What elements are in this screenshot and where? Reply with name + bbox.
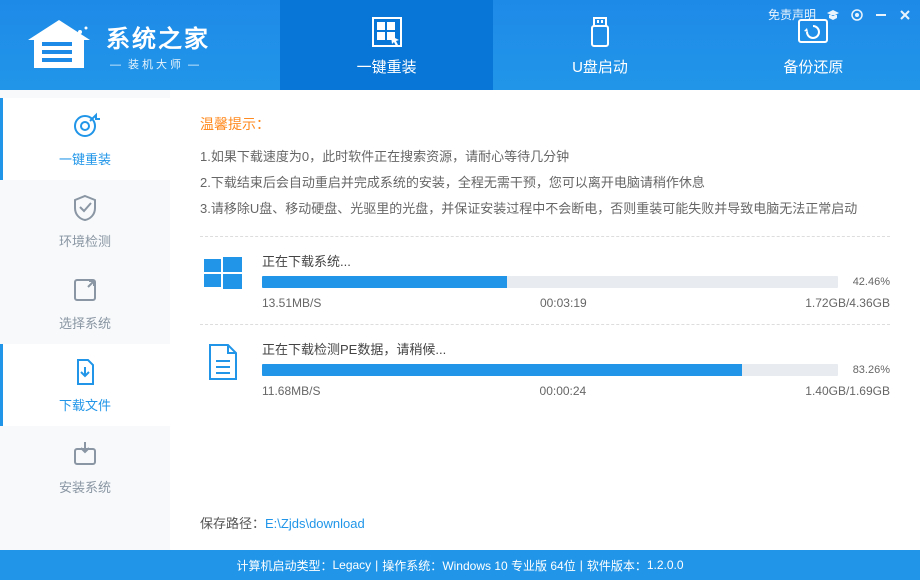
download-size: 1.72GB/4.36GB <box>805 296 890 310</box>
os-version: Windows 10 专业版 64位 <box>442 557 575 574</box>
download-size: 1.40GB/1.69GB <box>805 384 890 398</box>
windows-cursor-icon <box>369 14 405 50</box>
gear-icon[interactable] <box>850 8 864 22</box>
save-path-value[interactable]: E:\Zjds\download <box>265 516 365 531</box>
app-title: 系统之家 <box>106 19 210 54</box>
target-icon <box>70 111 100 141</box>
footer: 计算机启动类型： Legacy | 操作系统： Windows 10 专业版 6… <box>0 550 920 580</box>
document-icon <box>200 339 246 385</box>
shield-icon <box>70 193 100 223</box>
window-controls: 免责声明 <box>768 6 912 23</box>
app-subtitle: 装机大师 <box>106 56 210 72</box>
download-row-pe: 正在下载检测PE数据，请稍候... 83.26% 11.68MB/S 00:00… <box>200 339 890 398</box>
minimize-icon[interactable] <box>874 8 888 22</box>
tab-reinstall[interactable]: 一键重装 <box>280 0 493 90</box>
close-icon[interactable] <box>898 8 912 22</box>
download-time: 00:03:19 <box>540 296 587 310</box>
divider <box>200 236 890 237</box>
download-title: 正在下载系统... <box>262 251 890 270</box>
download-row-system: 正在下载系统... 42.46% 13.51MB/S 00:03:19 1.72… <box>200 251 890 310</box>
progress-bar <box>262 276 838 288</box>
sidebar-item-install[interactable]: 安装系统 <box>0 426 170 508</box>
progress-fill <box>262 276 507 288</box>
sidebar: 一键重装 环境检测 选择系统 下载文件 安装系统 <box>0 90 170 550</box>
software-version: 1.2.0.0 <box>647 558 684 572</box>
header: 系统之家 装机大师 一键重装 U盘启动 备份还原 免责声明 <box>0 0 920 90</box>
logo: 系统之家 装机大师 <box>0 18 280 72</box>
progress-percent: 83.26% <box>844 364 890 376</box>
tip-line: 2.下载结束后会自动重启并完成系统的安装，全程无需干预，您可以离开电脑请稍作休息 <box>200 170 890 196</box>
download-speed: 13.51MB/S <box>262 296 321 310</box>
tips-title: 温馨提示： <box>200 114 890 134</box>
sidebar-item-select-system[interactable]: 选择系统 <box>0 262 170 344</box>
progress-percent: 42.46% <box>844 276 890 288</box>
download-file-icon <box>70 357 100 387</box>
sidebar-item-download[interactable]: 下载文件 <box>0 344 170 426</box>
graduation-icon[interactable] <box>826 8 840 22</box>
sidebar-item-reinstall[interactable]: 一键重装 <box>0 98 170 180</box>
export-icon <box>70 275 100 305</box>
download-speed: 11.68MB/S <box>262 384 320 398</box>
save-path-label: 保存路径： <box>200 516 265 531</box>
sidebar-item-env-check[interactable]: 环境检测 <box>0 180 170 262</box>
tip-line: 1.如果下载速度为0，此时软件正在搜索资源，请耐心等待几分钟 <box>200 144 890 170</box>
progress-bar <box>262 364 838 376</box>
house-logo-icon <box>24 18 94 72</box>
download-time: 00:00:24 <box>540 384 587 398</box>
usb-icon <box>582 14 618 50</box>
boot-type: Legacy <box>332 558 371 572</box>
install-box-icon <box>70 439 100 469</box>
windows-icon <box>200 251 246 297</box>
download-title: 正在下载检测PE数据，请稍候... <box>262 339 890 358</box>
save-path: 保存路径：E:\Zjds\download <box>200 513 365 532</box>
disclaimer-link[interactable]: 免责声明 <box>768 6 816 23</box>
progress-fill <box>262 364 742 376</box>
tip-line: 3.请移除U盘、移动硬盘、光驱里的光盘，并保证安装过程中不会断电，否则重装可能失… <box>200 196 890 222</box>
divider <box>200 324 890 325</box>
tips-list: 1.如果下载速度为0，此时软件正在搜索资源，请耐心等待几分钟 2.下载结束后会自… <box>200 144 890 222</box>
main-panel: 温馨提示： 1.如果下载速度为0，此时软件正在搜索资源，请耐心等待几分钟 2.下… <box>170 90 920 550</box>
tab-usb-boot[interactable]: U盘启动 <box>493 0 706 90</box>
